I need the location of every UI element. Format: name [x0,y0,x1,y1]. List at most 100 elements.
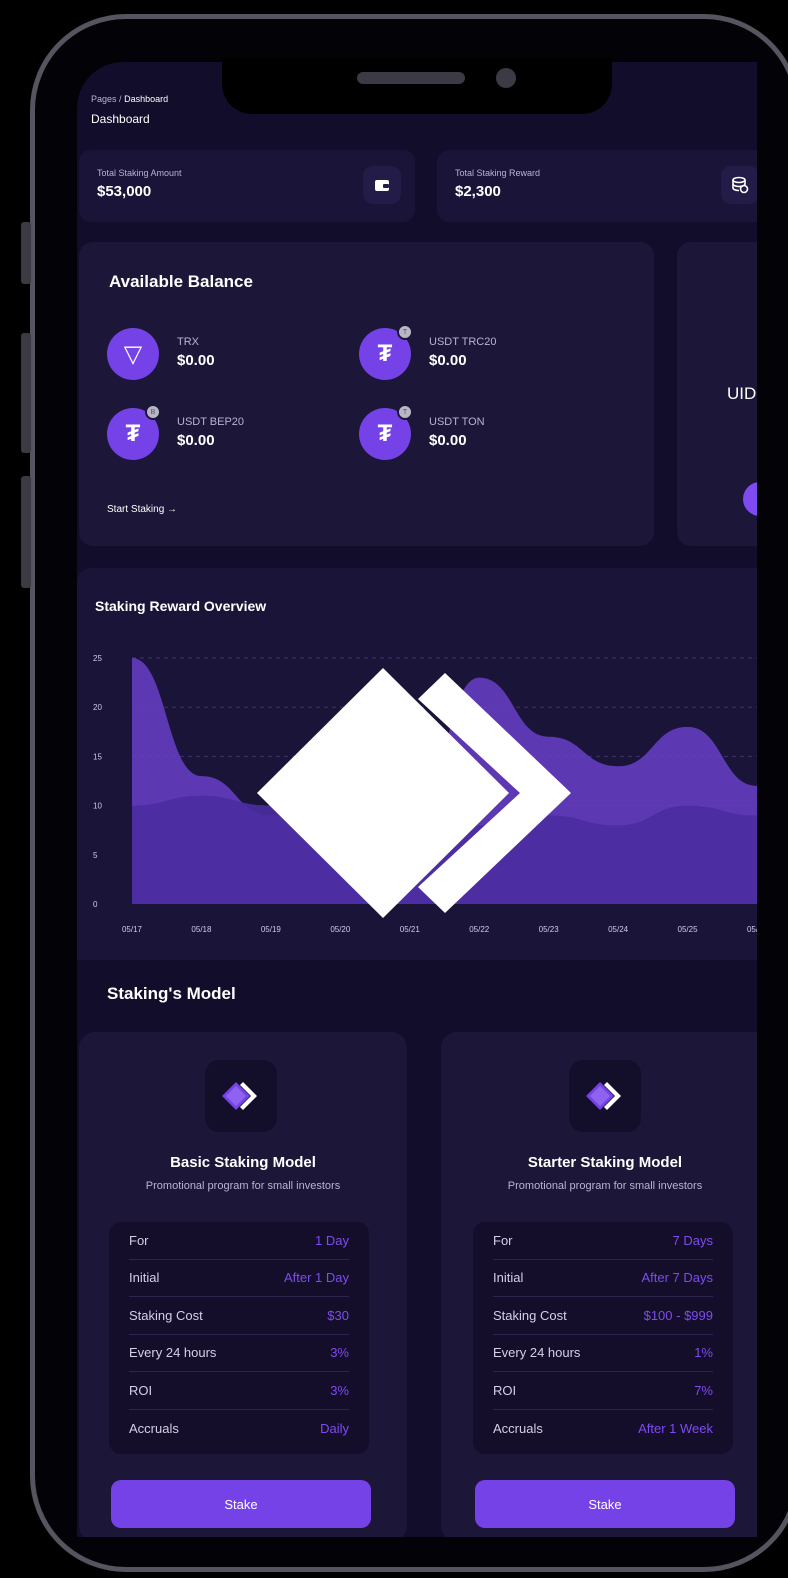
balance-title: Available Balance [109,272,253,291]
table-row: Every 24 hours 1% [493,1335,713,1372]
stat-value: $53,000 [97,183,152,200]
stat-card-staking-reward: Total Staking Reward $2,300 [437,150,757,222]
uid-action-button[interactable] [743,482,757,516]
overview-title: Staking Reward Overview [95,598,267,614]
breadcrumb-pages-link[interactable]: Pages [91,94,117,104]
available-balance-card: Available Balance ▽ TRX $0.00 ₮ T USDT T… [79,242,654,546]
coin-name: TRX [177,336,199,348]
row-label: Staking Cost [129,1307,203,1323]
x-tick-label: 05/18 [191,925,212,934]
row-value: 7% [694,1382,713,1398]
table-row: Initial After 7 Days [493,1260,713,1297]
row-label: Every 24 hours [493,1345,581,1361]
row-label: Initial [493,1270,524,1286]
model-name: Basic Staking Model [170,1154,316,1171]
row-label: Initial [129,1270,160,1286]
x-tick-label: 05/22 [469,925,490,934]
model-description: Promotional program for small investors [145,1180,341,1192]
page-title: Dashboard [91,112,150,126]
x-tick-label: 05/26 [747,925,757,934]
network-badge-icon: T [397,404,413,420]
mute-switch [21,222,31,284]
speaker-grille [357,72,465,84]
row-value: 3% [330,1382,349,1398]
x-tick-label: 05/23 [539,925,560,934]
stake-button-basic[interactable]: Stake [111,1480,371,1528]
row-label: Staking Cost [493,1307,567,1323]
row-label: ROI [493,1382,517,1398]
breadcrumb-current: Dashboard [124,94,169,104]
coin-amount: $0.00 [177,352,215,369]
x-tick-label: 05/25 [678,925,699,934]
front-camera [496,68,516,88]
x-tick-label: 05/20 [330,925,351,934]
coin-amount: $0.00 [429,352,467,369]
coin-name: USDT BEP20 [177,416,245,428]
y-tick-label: 10 [93,802,102,811]
row-label: Every 24 hours [129,1345,217,1361]
y-tick-label: 0 [93,900,98,909]
models-title: Staking's Model [107,984,236,1003]
coin-trx: ▽ TRX $0.00 [107,328,367,388]
table-row: For 1 Day [129,1222,349,1260]
table-row: For 7 Days [493,1222,713,1260]
y-tick-label: 5 [93,851,98,860]
tron-icon: ▽ [107,328,159,380]
coin-usdt-trc20: ₮ T USDT TRC20 $0.00 [359,324,619,388]
table-row: Accruals After 1 Week [493,1410,713,1448]
row-value: After 1 Day [283,1270,349,1286]
row-value: 3% [330,1345,349,1361]
table-row: Initial After 1 Day [129,1260,349,1297]
row-value: $30 [327,1307,349,1323]
wallet-icon [363,166,401,204]
breadcrumb: Pages / Dashboard [91,94,168,104]
table-row: ROI 7% [493,1372,713,1410]
x-tick-label: 05/17 [122,925,143,934]
model-details-table: For 7 Days Initial After 7 Days Staking Co… [473,1222,733,1454]
table-row: ROI 3% [129,1372,349,1410]
row-label: For [129,1232,149,1248]
y-tick-label: 20 [93,703,102,712]
coin-amount: $0.00 [429,432,467,449]
stake-button-starter[interactable]: Stake [475,1480,735,1528]
coin-name: USDT TON [429,416,485,428]
y-tick-label: 15 [93,752,102,761]
stat-value: $2,300 [455,183,501,200]
model-card-basic: Basic Staking Model Promotional program … [79,1032,407,1537]
row-value: After 7 Days [641,1270,713,1286]
model-logo-icon [569,1060,641,1132]
table-row: Accruals Daily [129,1410,349,1448]
coins-icon [721,166,757,204]
row-value: 1% [694,1345,713,1361]
volume-down-button [21,476,31,588]
x-tick-label: 05/24 [608,925,629,934]
row-label: Accruals [129,1420,179,1436]
start-staking-link[interactable]: Start Staking → [107,504,177,515]
row-value: Daily [320,1420,349,1436]
coin-usdt-bep20: ₮ B USDT BEP20 $0.00 [107,404,367,468]
row-label: ROI [129,1382,153,1398]
model-name: Starter Staking Model [527,1154,683,1171]
row-label: For [493,1232,513,1248]
stat-label: Total Staking Reward [455,168,541,178]
network-badge-icon: B [145,404,161,420]
model-card-starter: Starter Staking Model Promotional progra… [441,1032,757,1537]
volume-up-button [21,333,31,453]
model-logo-icon [205,1060,277,1132]
breadcrumb-separator: / [119,94,122,104]
model-details-table: For 1 Day Initial After 1 Day Staking Cost… [109,1222,369,1454]
x-tick-label: 05/21 [400,925,421,934]
table-row: Every 24 hours 3% [129,1335,349,1372]
x-tick-label: 05/19 [261,925,282,934]
stat-card-staking-amount: Total Staking Amount $53,000 [79,150,415,222]
row-value: 1 Day [315,1232,349,1248]
row-value: 7 Days [672,1232,713,1248]
app-screen: Pages / Dashboard Dashboard Total Stakin… [77,62,757,1537]
coin-usdt-ton: ₮ T USDT TON $0.00 [359,404,619,468]
uid-card: UID [677,242,757,546]
coin-name: USDT TRC20 [429,336,497,348]
phone-notch [222,58,612,114]
table-row: Staking Cost $30 [129,1297,349,1335]
y-tick-label: 25 [93,654,102,663]
network-badge-icon: T [397,324,413,340]
